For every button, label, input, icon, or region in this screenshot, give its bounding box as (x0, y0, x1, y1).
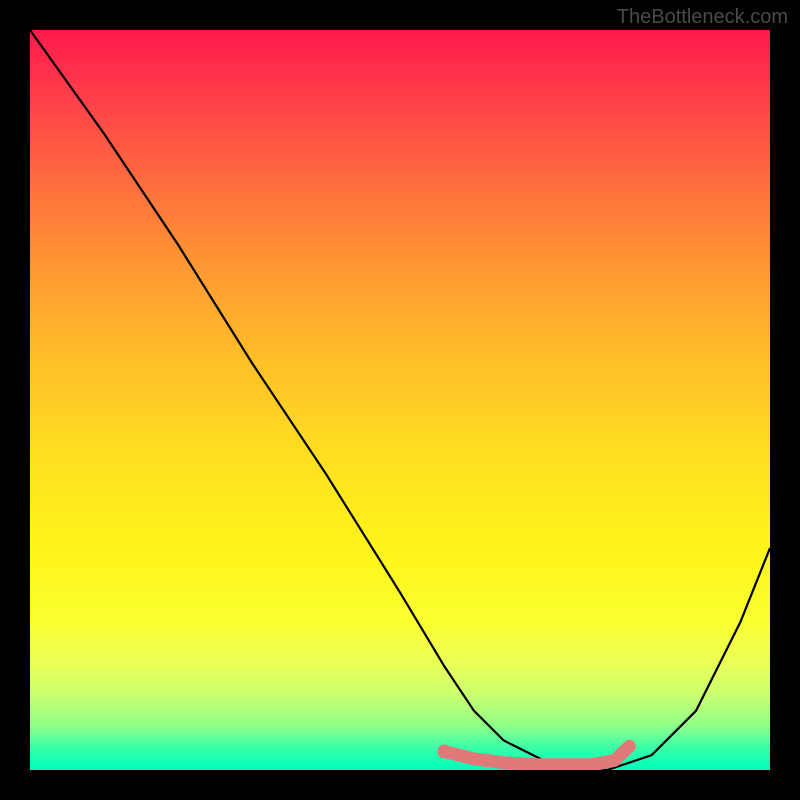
optimal-range-highlight (444, 746, 629, 765)
optimal-range-start-dot (437, 745, 451, 759)
chart-svg (30, 30, 770, 770)
plot-area (30, 30, 770, 770)
bottleneck-curve-line (30, 30, 770, 770)
watermark-text: TheBottleneck.com (617, 6, 788, 29)
